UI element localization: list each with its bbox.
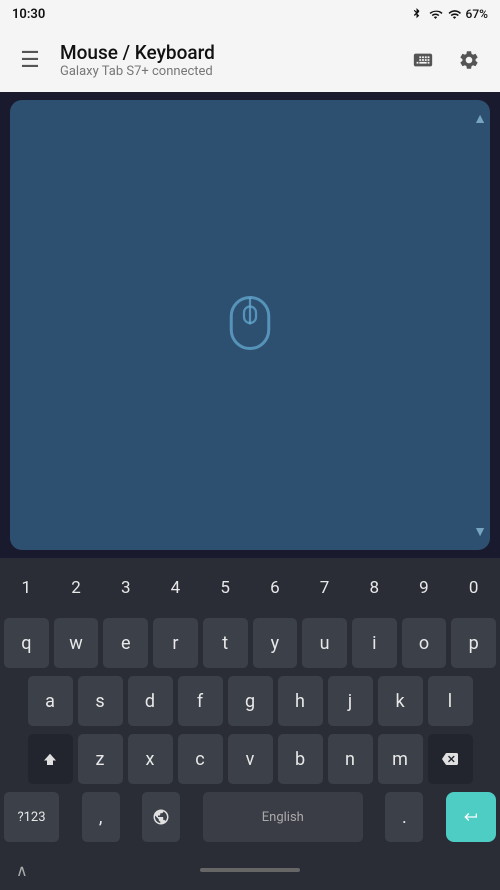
key-0[interactable]: 0 — [451, 566, 496, 610]
app-bar-title: Mouse / Keyboard — [60, 41, 392, 64]
key-b[interactable]: b — [278, 734, 323, 784]
signal-icon — [448, 8, 461, 21]
key-v[interactable]: v — [228, 734, 273, 784]
key-9[interactable]: 9 — [402, 566, 447, 610]
key-p[interactable]: p — [451, 618, 496, 668]
battery-level: 67% — [466, 7, 488, 21]
key-c[interactable]: c — [178, 734, 223, 784]
shift-icon — [41, 750, 59, 768]
key-6[interactable]: 6 — [253, 566, 298, 610]
key-1[interactable]: 1 — [4, 566, 49, 610]
asdf-row: a s d f g h j k l — [4, 676, 496, 726]
key-2[interactable]: 2 — [54, 566, 99, 610]
key-o[interactable]: o — [402, 618, 447, 668]
backspace-icon — [440, 751, 460, 767]
space-key[interactable]: English — [203, 792, 363, 842]
globe-icon — [152, 808, 170, 826]
backspace-key[interactable] — [428, 734, 473, 784]
scroll-up-arrow: ▲ — [473, 110, 487, 127]
status-time: 10:30 — [12, 7, 45, 22]
key-h[interactable]: h — [278, 676, 323, 726]
mouse-icon — [223, 296, 277, 354]
key-a[interactable]: a — [28, 676, 73, 726]
key-x[interactable]: x — [128, 734, 173, 784]
key-n[interactable]: n — [328, 734, 373, 784]
nav-bar: ∧ — [0, 850, 500, 890]
symbols-key[interactable]: ?123 — [4, 792, 59, 842]
bottom-row: ?123 , English . — [4, 792, 496, 842]
key-f[interactable]: f — [178, 676, 223, 726]
wifi-icon — [428, 8, 443, 21]
globe-key[interactable] — [142, 792, 180, 842]
comma-key[interactable]: , — [82, 792, 120, 842]
qwerty-row: q w e r t y u i o p — [4, 618, 496, 668]
app-bar-subtitle: Galaxy Tab S7+ connected — [60, 64, 392, 79]
key-5[interactable]: 5 — [203, 566, 248, 610]
key-r[interactable]: r — [153, 618, 198, 668]
scroll-down-arrow: ▼ — [473, 523, 487, 540]
key-k[interactable]: k — [378, 676, 423, 726]
key-l[interactable]: l — [428, 676, 473, 726]
hamburger-menu-button[interactable]: ☰ — [12, 48, 48, 73]
key-g[interactable]: g — [228, 676, 273, 726]
key-4[interactable]: 4 — [153, 566, 198, 610]
settings-button[interactable] — [450, 41, 488, 79]
period-key[interactable]: . — [385, 792, 423, 842]
app-bar-titles: Mouse / Keyboard Galaxy Tab S7+ connecte… — [60, 41, 392, 79]
key-s[interactable]: s — [78, 676, 123, 726]
status-bar: 10:30 67% — [0, 0, 500, 28]
status-icons: 67% — [410, 7, 488, 21]
keyboard-area: 1 2 3 4 5 6 7 8 9 0 q w e r t y u i o p … — [0, 558, 500, 850]
keyboard-toggle-button[interactable] — [404, 41, 442, 79]
key-3[interactable]: 3 — [103, 566, 148, 610]
nav-down-button[interactable]: ∧ — [16, 861, 28, 880]
key-u[interactable]: u — [302, 618, 347, 668]
key-8[interactable]: 8 — [352, 566, 397, 610]
key-d[interactable]: d — [128, 676, 173, 726]
scroll-bar: ▲ ▼ — [478, 100, 482, 550]
gear-icon — [458, 49, 480, 71]
bluetooth-icon — [410, 8, 423, 21]
key-j[interactable]: j — [328, 676, 373, 726]
app-bar-actions — [404, 41, 488, 79]
touchpad-area[interactable]: ▲ ▼ — [10, 100, 490, 550]
key-z[interactable]: z — [78, 734, 123, 784]
enter-key[interactable] — [446, 792, 496, 842]
enter-icon — [461, 809, 481, 825]
key-m[interactable]: m — [378, 734, 423, 784]
key-e[interactable]: e — [103, 618, 148, 668]
shift-key[interactable] — [28, 734, 73, 784]
key-y[interactable]: y — [253, 618, 298, 668]
number-row: 1 2 3 4 5 6 7 8 9 0 — [4, 566, 496, 610]
key-t[interactable]: t — [203, 618, 248, 668]
zxcv-row: z x c v b n m — [4, 734, 496, 784]
keyboard-icon — [412, 49, 434, 71]
key-7[interactable]: 7 — [302, 566, 347, 610]
app-bar: ☰ Mouse / Keyboard Galaxy Tab S7+ connec… — [0, 28, 500, 92]
key-q[interactable]: q — [4, 618, 49, 668]
key-w[interactable]: w — [54, 618, 99, 668]
key-i[interactable]: i — [352, 618, 397, 668]
home-indicator — [200, 868, 300, 872]
